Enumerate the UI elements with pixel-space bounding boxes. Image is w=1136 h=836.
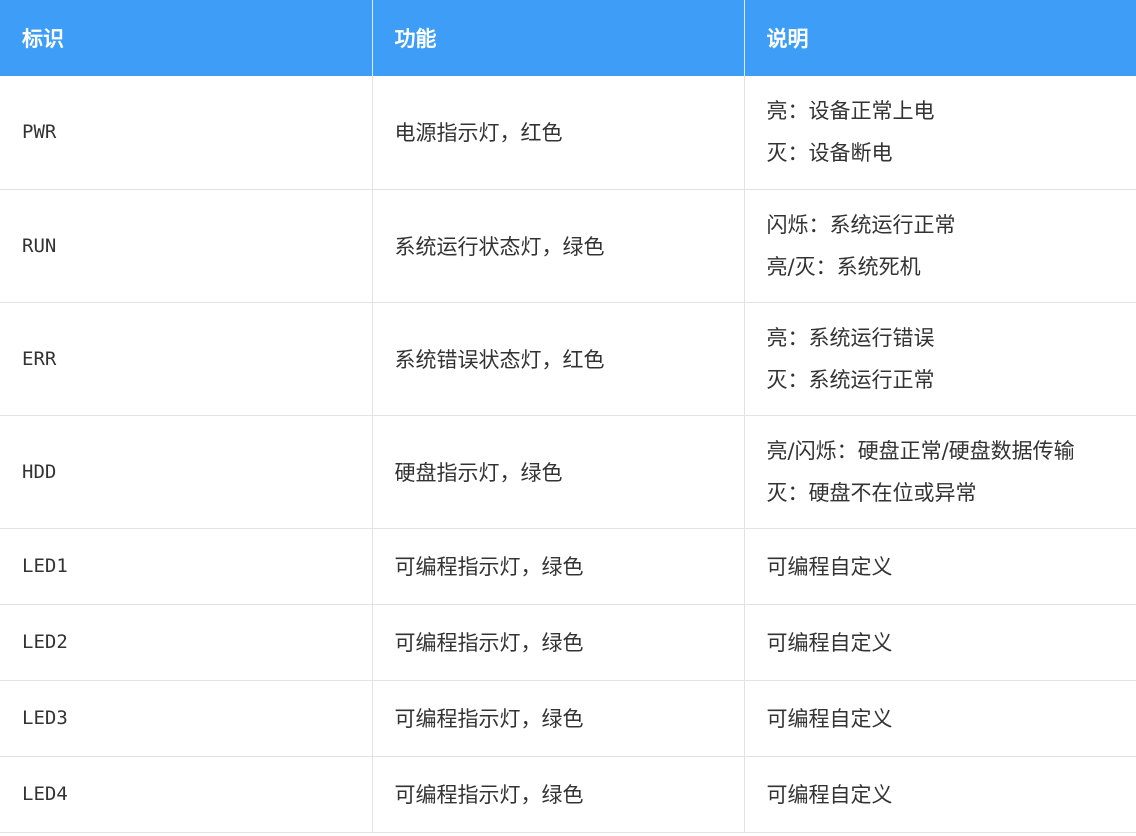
- cell-id: ERR: [0, 302, 373, 416]
- cell-description: 可编程自定义: [744, 680, 1136, 757]
- led-indicator-table: 标识 功能 说明 PWR 电源指示灯，红色 亮：设备正常上电 灭：设备断电 RU…: [0, 0, 1136, 833]
- cell-function: 系统错误状态灯，红色: [372, 302, 745, 416]
- table-row: LED2 可编程指示灯，绿色 可编程自定义: [0, 604, 1136, 681]
- column-header-id: 标识: [0, 0, 373, 76]
- cell-function: 硬盘指示灯，绿色: [372, 415, 745, 529]
- description-line: 亮：设备正常上电: [766, 99, 935, 124]
- cell-description: 可编程自定义: [744, 604, 1136, 681]
- description-line: 灭：设备断电: [766, 141, 893, 166]
- cell-function: 电源指示灯，红色: [372, 76, 745, 190]
- cell-id: PWR: [0, 76, 373, 190]
- description-line: 亮：系统运行错误: [766, 325, 935, 350]
- cell-id: LED1: [0, 528, 373, 605]
- description-line: 闪烁：系统运行正常: [766, 212, 956, 237]
- column-header-description: 说明: [744, 0, 1136, 76]
- cell-id: LED3: [0, 680, 373, 757]
- cell-id: LED2: [0, 604, 373, 681]
- cell-function: 可编程指示灯，绿色: [372, 680, 745, 757]
- table-row: RUN 系统运行状态灯，绿色 闪烁：系统运行正常 亮/灭：系统死机: [0, 189, 1136, 303]
- description-line: 灭：系统运行正常: [766, 367, 935, 392]
- cell-description: 可编程自定义: [744, 756, 1136, 833]
- description-line: 亮/闪烁：硬盘正常/硬盘数据传输: [766, 438, 1075, 463]
- table-row: PWR 电源指示灯，红色 亮：设备正常上电 灭：设备断电: [0, 76, 1136, 190]
- cell-function: 可编程指示灯，绿色: [372, 756, 745, 833]
- cell-description: 闪烁：系统运行正常 亮/灭：系统死机: [744, 189, 1136, 303]
- description-line: 亮/灭：系统死机: [766, 254, 921, 279]
- table-header-row: 标识 功能 说明: [0, 0, 1136, 76]
- table-row: LED1 可编程指示灯，绿色 可编程自定义: [0, 528, 1136, 605]
- cell-id: HDD: [0, 415, 373, 529]
- cell-description: 亮：设备正常上电 灭：设备断电: [744, 76, 1136, 190]
- table-row: LED3 可编程指示灯，绿色 可编程自定义: [0, 680, 1136, 757]
- cell-function: 可编程指示灯，绿色: [372, 528, 745, 605]
- table-row: HDD 硬盘指示灯，绿色 亮/闪烁：硬盘正常/硬盘数据传输 灭：硬盘不在位或异常: [0, 415, 1136, 529]
- cell-description: 可编程自定义: [744, 528, 1136, 605]
- cell-function: 可编程指示灯，绿色: [372, 604, 745, 681]
- cell-id: LED4: [0, 756, 373, 833]
- cell-function: 系统运行状态灯，绿色: [372, 189, 745, 303]
- description-line: 灭：硬盘不在位或异常: [766, 480, 977, 505]
- cell-description: 亮/闪烁：硬盘正常/硬盘数据传输 灭：硬盘不在位或异常: [744, 415, 1136, 529]
- table-row: ERR 系统错误状态灯，红色 亮：系统运行错误 灭：系统运行正常: [0, 302, 1136, 416]
- column-header-function: 功能: [372, 0, 745, 76]
- cell-id: RUN: [0, 189, 373, 303]
- table-row: LED4 可编程指示灯，绿色 可编程自定义: [0, 756, 1136, 833]
- cell-description: 亮：系统运行错误 灭：系统运行正常: [744, 302, 1136, 416]
